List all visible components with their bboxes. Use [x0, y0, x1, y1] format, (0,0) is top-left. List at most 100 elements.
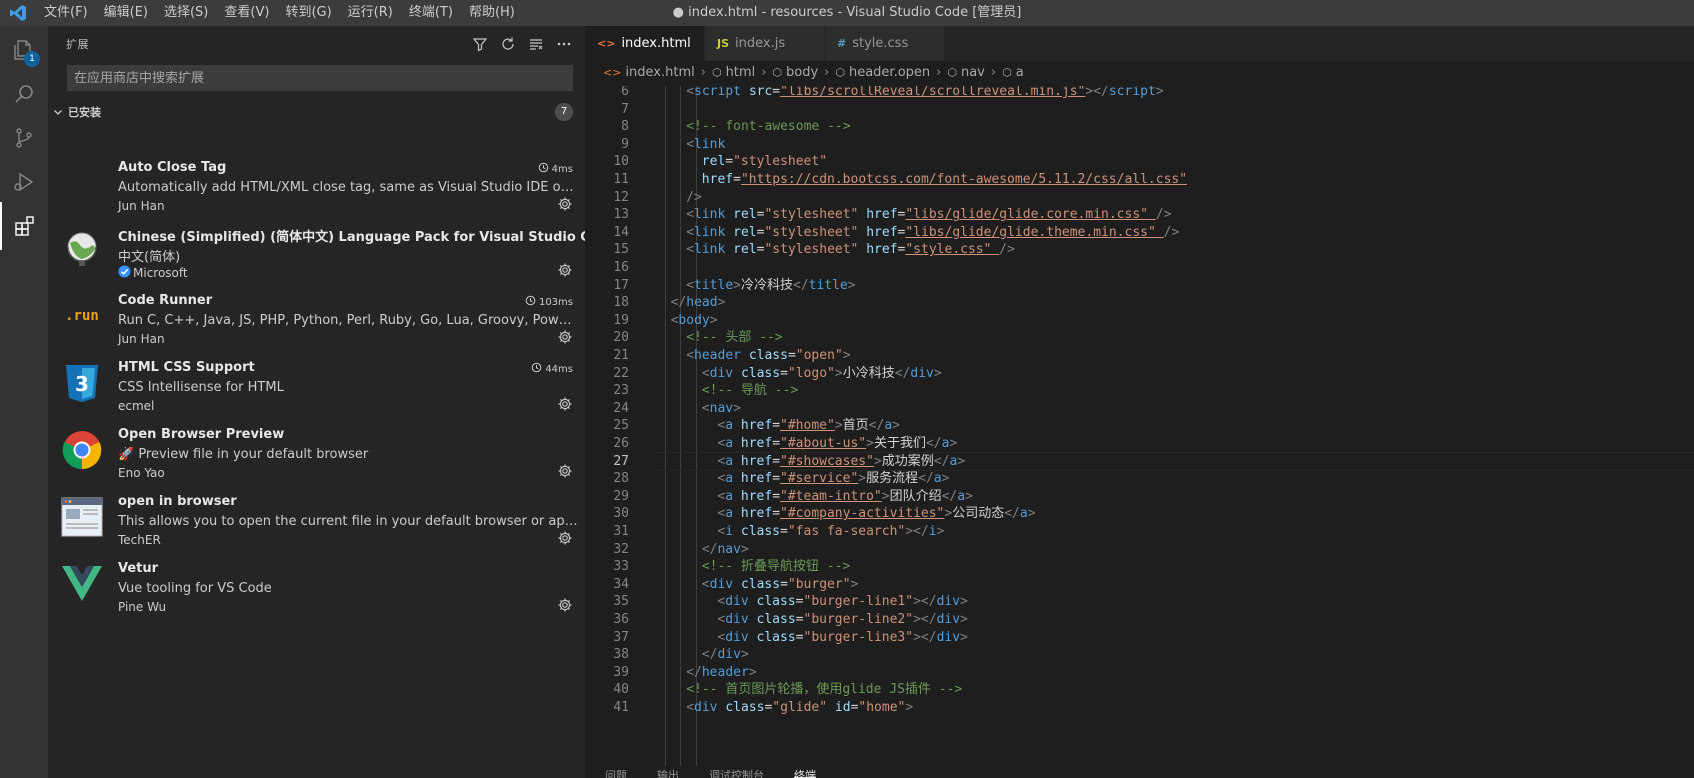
breadcrumb-item[interactable]: body [786, 65, 818, 80]
extensions-icon[interactable] [0, 202, 48, 250]
code-line: 33 <!-- 折叠导航按钮 --> [585, 557, 1694, 576]
code-line: 29 <a href="#team-intro">团队介绍</a> [585, 487, 1694, 506]
panel-tab-3[interactable]: 终端 [794, 766, 816, 778]
gear-icon[interactable] [557, 196, 573, 212]
code-token: "#home" [780, 418, 835, 434]
code-text: <i class="fas fa-search"></i> [655, 522, 944, 541]
menu-item-0[interactable]: 文件(F) [36, 0, 96, 26]
code-token: = [795, 629, 804, 645]
panel-tab-1[interactable]: 输出 [657, 766, 679, 778]
editor-area: <> index.html JS index.js # style.css <> index… [585, 26, 1694, 778]
menu-item-6[interactable]: 终端(T) [401, 0, 461, 26]
run-debug-icon[interactable] [0, 158, 48, 206]
extension-item[interactable]: Open Browser Preview 🚀 Preview file in yo… [48, 420, 585, 487]
more-actions-icon[interactable] [553, 33, 575, 55]
activation-time-value: 44ms [545, 363, 573, 375]
code-text: </div> [655, 645, 749, 664]
publisher-name: Microsoft [133, 266, 188, 280]
code-token: </ [701, 541, 718, 557]
extension-publisher: Eno Yao [118, 466, 165, 480]
code-token: = [795, 612, 804, 627]
element-tag-icon: ⬡ [772, 65, 782, 79]
extension-search-input[interactable] [74, 70, 572, 86]
code-token: div [936, 594, 961, 610]
breadcrumb: <> index.html › ⬡ html › ⬡ body › ⬡ header.open › ⬡ n… [585, 61, 1694, 83]
menu-item-3[interactable]: 查看(V) [216, 0, 277, 26]
code-line: 22 <div class="logo">小冷科技</div> [585, 364, 1694, 383]
code-token: <!-- 头部 --> [686, 330, 783, 346]
extension-item[interactable]: Auto Close Tag Automatically add HTML/XML… [48, 153, 585, 219]
code-token: script [1108, 86, 1156, 99]
menu-item-1[interactable]: 编辑(E) [96, 0, 156, 26]
code-token: 服务流程 [866, 471, 919, 487]
code-token: a [725, 418, 741, 434]
search-icon[interactable] [0, 70, 48, 118]
extension-name: Vetur [118, 561, 159, 576]
code-token: <!-- 首页图片轮播，使用glide JS插件 --> [686, 682, 963, 698]
code-token: "stylesheet" [764, 207, 867, 223]
code-token: "stylesheet" [764, 224, 867, 240]
tab-index-js[interactable]: JS index.js [705, 26, 825, 61]
code-token: "libs/scrollReveal/scrollreveal.min.js" [780, 86, 1086, 99]
panel-tab-2[interactable]: 调试控制台 [709, 766, 764, 778]
code-token: title [694, 277, 734, 293]
line-number: 28 [613, 471, 629, 487]
gear-icon[interactable] [557, 262, 573, 278]
breadcrumb-item[interactable]: index.html [625, 65, 694, 80]
extension-item[interactable]: open in browser This allows you to open t… [48, 487, 585, 554]
code-token: < [686, 224, 695, 240]
refresh-icon[interactable] [497, 33, 519, 55]
gear-icon[interactable] [557, 597, 573, 613]
breadcrumb-item[interactable]: nav [961, 65, 985, 80]
code-token: /> [999, 242, 1015, 258]
icon-label: .run [65, 308, 99, 324]
gear-icon[interactable] [557, 530, 573, 546]
code-token: href [740, 418, 773, 434]
menu-item-2[interactable]: 选择(S) [156, 0, 216, 26]
activation-time: 44ms [531, 362, 573, 376]
filter-icon[interactable] [469, 33, 491, 55]
breadcrumb-item[interactable]: header.open [849, 65, 930, 80]
extension-publisher: Pine Wu [118, 600, 166, 614]
code-token: = [780, 365, 788, 381]
code-editor[interactable]: 6 <script src="libs/scrollReveal/scrollre… [585, 86, 1694, 766]
source-control-icon[interactable] [0, 114, 48, 162]
line-number: 8 [621, 119, 629, 135]
extension-item[interactable]: .run Code Runner Run C, C++, Java, JS, PHP… [48, 286, 585, 353]
code-text: /> [655, 188, 702, 207]
extension-description: CSS Intellisense for HTML [118, 380, 284, 395]
line-number: 7 [621, 101, 629, 117]
menu-item-7[interactable]: 帮助(H) [461, 0, 523, 26]
code-line: 28 <a href="#service">服务流程</a> [585, 469, 1694, 488]
code-token: > [933, 365, 942, 381]
vscode-logo-icon[interactable] [0, 0, 36, 26]
code-runner-icon: .run [60, 294, 104, 338]
code-token: > [740, 647, 749, 663]
code-token: class [740, 524, 781, 539]
gear-icon[interactable] [557, 463, 573, 479]
extension-item[interactable]: Vetur Vue tooling for VS Code Pine Wu [48, 554, 585, 621]
menu-item-4[interactable]: 转到(G) [277, 0, 339, 26]
breadcrumb-item[interactable]: a [1016, 65, 1024, 80]
code-token: "#company-activities" [780, 506, 945, 522]
line-number: 17 [613, 277, 629, 293]
breadcrumb-item[interactable]: html [726, 65, 756, 80]
tab-index-html[interactable]: <> index.html [585, 26, 705, 61]
code-token: "burger" [787, 576, 851, 592]
clear-icon[interactable] [525, 33, 547, 55]
extension-item[interactable]: 3 HTML CSS Support CSS Intellisense for HT… [48, 353, 585, 420]
code-token: a [725, 506, 741, 522]
html-file-icon: <> [603, 65, 622, 79]
code-token: "fas fa-search" [787, 524, 906, 539]
explorer-icon[interactable]: 1 [0, 26, 48, 74]
gear-icon[interactable] [557, 329, 573, 345]
menu-item-5[interactable]: 运行(R) [340, 0, 401, 26]
panel-tab-0[interactable]: 问题 [605, 766, 627, 778]
extension-publisher: TechER [118, 533, 161, 547]
extension-item[interactable]: Chinese (Simplified) (简体中文) Language Pac… [48, 219, 617, 286]
code-line: 41 <div class="glide" id="home"> [585, 698, 1694, 717]
element-tag-icon: ⬡ [947, 65, 957, 79]
gear-icon[interactable] [557, 396, 573, 412]
installed-section-header[interactable]: 已安装 7 [48, 101, 585, 123]
tab-style-css[interactable]: # style.css [825, 26, 945, 61]
